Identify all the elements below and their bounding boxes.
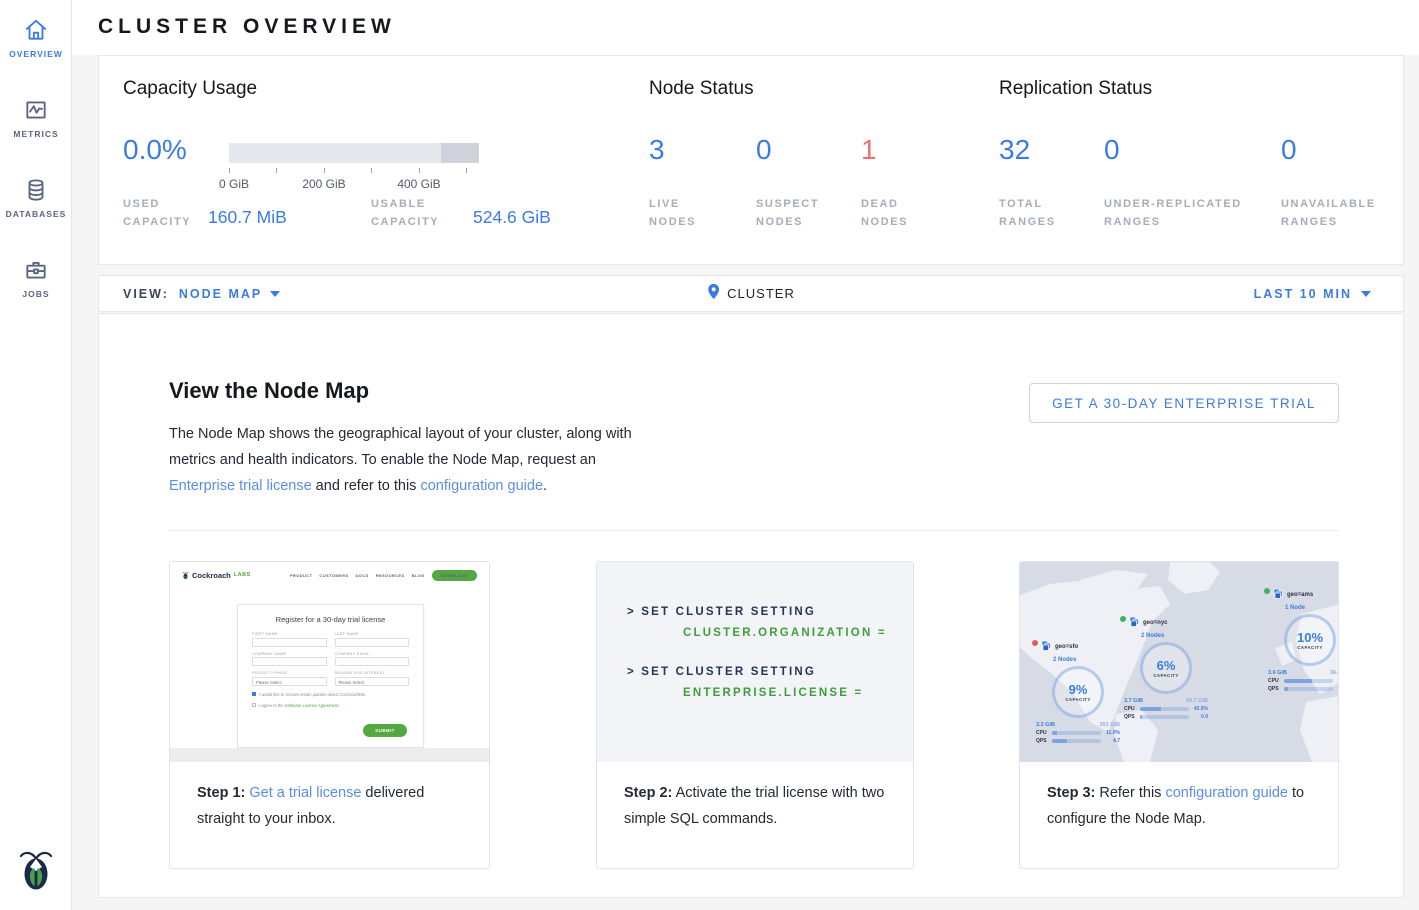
- sidebar-item-metrics[interactable]: METRICS: [0, 97, 72, 139]
- sql-command: > SET CLUSTER SETTING: [627, 666, 913, 678]
- home-icon: [23, 17, 49, 43]
- usable-capacity-label: USABLE CAPACITY: [371, 195, 453, 231]
- database-icon: [23, 177, 49, 203]
- mini-download-button: DOWNLOAD: [432, 570, 477, 581]
- time-range-dropdown[interactable]: LAST 10 MIN: [1254, 287, 1371, 301]
- sidebar-item-label: METRICS: [0, 129, 72, 139]
- briefcase-icon: [23, 257, 49, 283]
- sidebar: OVERVIEW METRICS DATABASES: [0, 0, 72, 910]
- chevron-down-icon: [1361, 291, 1371, 297]
- breadcrumb[interactable]: CLUSTER: [707, 283, 795, 305]
- step-1-screenshot: Cockroach LABS PRODUCT CUSTOMERS DOCS RE…: [170, 562, 489, 762]
- cluster-cube-icon: [1041, 638, 1052, 656]
- node-map-panel: View the Node Map The Node Map shows the…: [98, 313, 1404, 898]
- cluster-cube-icon: [1129, 614, 1140, 632]
- divider: [169, 530, 1339, 531]
- total-ranges-label: TOTAL RANGES: [999, 195, 1079, 231]
- sql-setting: CLUSTER.ORGANIZATION =: [627, 627, 913, 639]
- sql-command: > SET CLUSTER SETTING: [627, 606, 913, 618]
- cluster-summary-panel: Capacity Usage 0.0% 0 GiB 200 GiB 400 Gi…: [98, 55, 1404, 265]
- metrics-icon: [23, 97, 49, 123]
- mini-cockroach-logo: Cockroach LABS: [182, 571, 251, 580]
- view-selector-dropdown[interactable]: NODE MAP: [179, 287, 280, 301]
- step-1-caption: Step 1: Get a trial license delivered st…: [170, 762, 489, 832]
- mini-submit-button: SUBMIT: [363, 724, 407, 737]
- locality-badge-nyc: geo=nyc 2 Nodes 6% CAPACITY 3.7 GiB43.7 …: [1120, 614, 1212, 720]
- step-2-card: > SET CLUSTER SETTING CLUSTER.ORGANIZATI…: [596, 561, 914, 869]
- status-dot-icon: [1032, 640, 1038, 646]
- suspect-nodes-label: SUSPECT NODES: [756, 195, 836, 231]
- status-dot-icon: [1120, 616, 1126, 622]
- mini-trial-form: Register for a 30-day trial license FIRS…: [237, 604, 424, 748]
- enterprise-trial-button[interactable]: GET A 30-DAY ENTERPRISE TRIAL: [1029, 383, 1339, 423]
- total-ranges-value: 32: [999, 134, 1030, 166]
- dead-nodes-value: 1: [861, 134, 877, 166]
- capacity-gauge-reserved-segment: [441, 143, 479, 163]
- capacity-used-percent: 0.0%: [123, 134, 187, 166]
- breadcrumb-cluster: CLUSTER: [727, 286, 795, 301]
- sidebar-item-label: DATABASES: [0, 209, 72, 219]
- status-dot-icon: [1264, 588, 1270, 594]
- section-description: The Node Map shows the geographical layo…: [169, 421, 637, 499]
- section-heading: View the Node Map: [169, 378, 369, 404]
- under-replicated-value: 0: [1104, 134, 1120, 166]
- unavailable-ranges-value: 0: [1281, 134, 1297, 166]
- usable-capacity-value: 524.6 GiB: [473, 207, 551, 228]
- cockroach-labs-logo: [16, 845, 56, 893]
- view-label: VIEW:: [123, 287, 169, 301]
- used-capacity-value: 160.7 MiB: [208, 207, 287, 228]
- configuration-guide-link[interactable]: configuration guide: [420, 478, 543, 494]
- live-nodes-value: 3: [649, 134, 665, 166]
- locality-badge-ams: geo=ams 1 Node 10% CAPACITY 3.6 GiB36.4 …: [1264, 586, 1338, 692]
- sidebar-item-jobs[interactable]: JOBS: [0, 257, 72, 299]
- location-pin-icon: [707, 283, 720, 305]
- chevron-down-icon: [270, 291, 280, 297]
- step-3-node-map-preview: geo=sfo 2 Nodes 9% CAPACITY 3.2 GiB351 G…: [1020, 562, 1338, 762]
- step-2-code-block: > SET CLUSTER SETTING CLUSTER.ORGANIZATI…: [597, 562, 913, 762]
- gauge-tick-400: 400 GiB: [384, 177, 454, 191]
- page-title: CLUSTER OVERVIEW: [98, 15, 396, 39]
- step-3-card: geo=sfo 2 Nodes 9% CAPACITY 3.2 GiB351 G…: [1019, 561, 1339, 869]
- step-3-caption: Step 3: Refer this configuration guide t…: [1020, 762, 1338, 832]
- dead-nodes-label: DEAD NODES: [861, 195, 941, 231]
- sidebar-item-databases[interactable]: DATABASES: [0, 177, 72, 219]
- configuration-guide-link[interactable]: configuration guide: [1165, 785, 1288, 801]
- replication-status-title: Replication Status: [999, 78, 1152, 100]
- suspect-nodes-value: 0: [756, 134, 772, 166]
- get-trial-license-link[interactable]: Get a trial license: [249, 785, 361, 801]
- node-status-title: Node Status: [649, 78, 754, 100]
- cluster-overview-page: CLUSTER OVERVIEW OVERVIEW METRICS: [0, 0, 1419, 910]
- capacity-gauge: [229, 143, 479, 163]
- mini-site-nav: PRODUCT CUSTOMERS DOCS RESOURCES BLOG DO…: [290, 570, 477, 581]
- step-2-caption: Step 2: Activate the trial license with …: [597, 762, 913, 832]
- used-capacity-label: USED CAPACITY: [123, 195, 205, 231]
- enterprise-trial-license-link[interactable]: Enterprise trial license: [169, 478, 312, 494]
- sql-setting: ENTERPRISE.LICENSE =: [627, 687, 913, 699]
- sidebar-item-label: JOBS: [0, 289, 72, 299]
- cluster-cube-icon: [1273, 586, 1284, 604]
- locality-badge-sfo: geo=sfo 2 Nodes 9% CAPACITY 3.2 GiB351 G…: [1032, 638, 1124, 744]
- view-bar: VIEW: NODE MAP CLUSTER LAST 10 MIN: [98, 275, 1404, 312]
- unavailable-ranges-label: UNAVAILABLE RANGES: [1281, 195, 1391, 231]
- gauge-tick-200: 200 GiB: [289, 177, 359, 191]
- live-nodes-label: LIVE NODES: [649, 195, 729, 231]
- gauge-tick-0: 0 GiB: [199, 177, 269, 191]
- sidebar-item-overview[interactable]: OVERVIEW: [0, 17, 72, 59]
- sidebar-item-label: OVERVIEW: [0, 49, 72, 59]
- step-1-card: Cockroach LABS PRODUCT CUSTOMERS DOCS RE…: [169, 561, 490, 869]
- capacity-usage-title: Capacity Usage: [123, 78, 257, 100]
- under-replicated-label: UNDER-REPLICATED RANGES: [1104, 195, 1264, 231]
